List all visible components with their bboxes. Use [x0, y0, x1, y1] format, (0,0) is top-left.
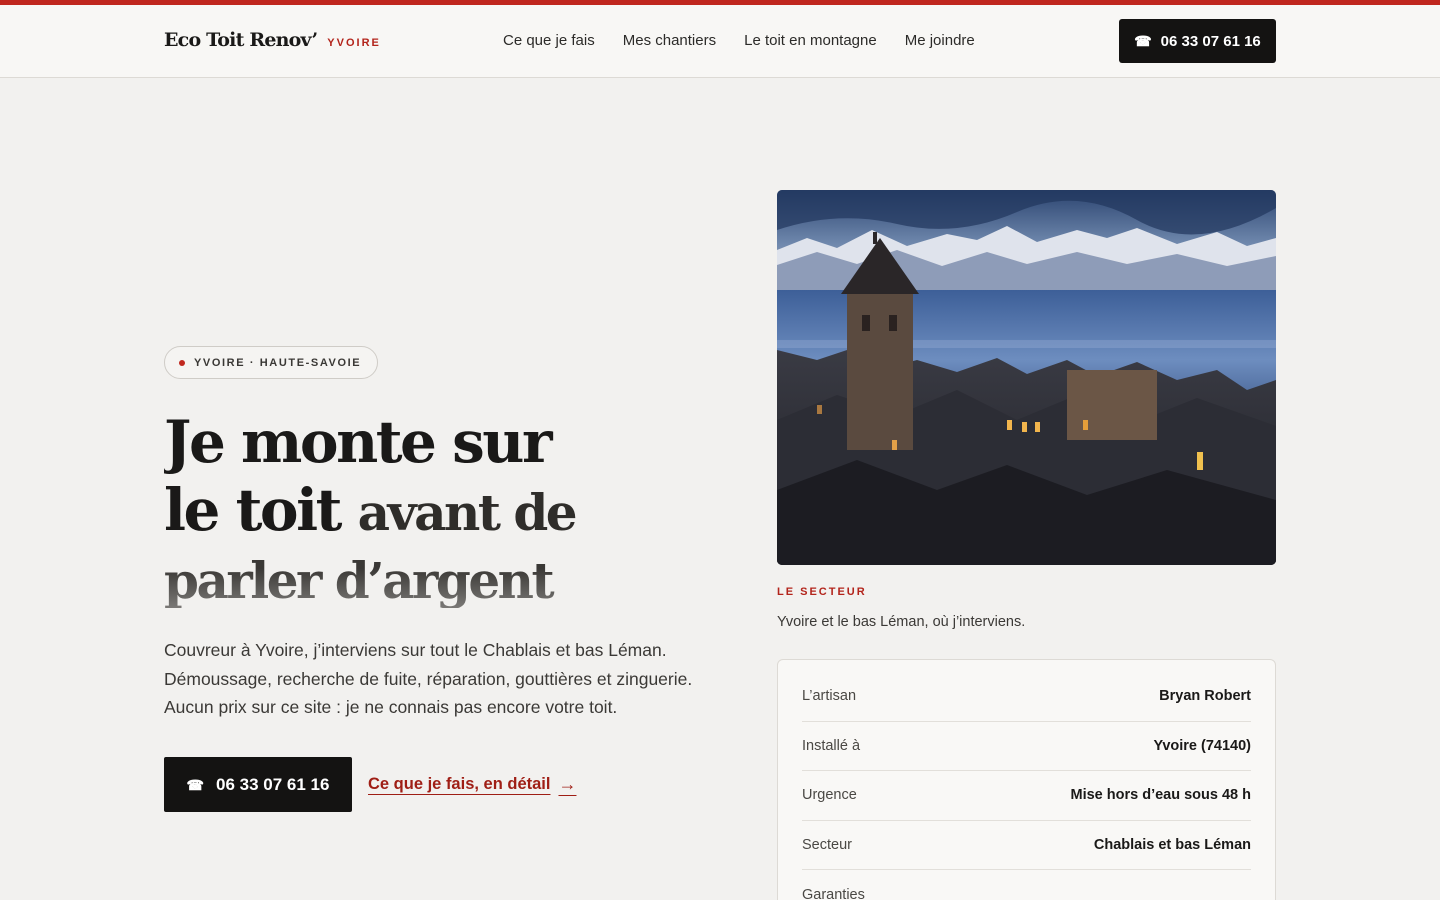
- intro-line-3: Aucun prix sur ce site : je ne connais p…: [164, 697, 618, 717]
- intro-line-1: Couvreur à Yvoire, j’interviens sur tout…: [164, 640, 667, 660]
- info-label: Garanties: [802, 886, 865, 900]
- hero-call-button[interactable]: ☎ 06 33 07 61 16: [164, 757, 352, 812]
- info-row: Secteur Chablais et bas Léman: [802, 821, 1251, 870]
- arrow-right-icon: →: [558, 774, 577, 794]
- hero-call-label: 06 33 07 61 16: [216, 774, 330, 794]
- header-call-label: 06 33 07 61 16: [1160, 32, 1261, 50]
- main-nav: Ce que je fais Mes chantiers Le toit en …: [503, 32, 975, 49]
- headline-fade: [164, 568, 684, 608]
- sector-kicker: LE SECTEUR: [777, 586, 867, 598]
- info-label: Secteur: [802, 836, 852, 853]
- logo-name: Eco Toit Renov’: [164, 29, 318, 51]
- info-value: Yvoire (74140): [1153, 738, 1251, 755]
- details-link[interactable]: Ce que je fais, en détail →: [368, 774, 576, 795]
- details-link-label: Ce que je fais, en détail: [368, 775, 551, 793]
- info-row: Urgence Mise hors d’eau sous 48 h: [802, 771, 1252, 821]
- sector-caption: Yvoire et le bas Léman, où j’interviens.: [777, 614, 1026, 630]
- logo[interactable]: Eco Toit Renov’ YVOIRE: [164, 29, 381, 51]
- headline-line-2-a: le toit: [164, 476, 358, 544]
- badge-text: YVOIRE · HAUTE-SAVOIE: [194, 356, 362, 369]
- hero-intro: Couvreur à Yvoire, j’interviens sur tout…: [164, 636, 724, 722]
- info-label: Installé à: [802, 738, 861, 755]
- phone-icon: ☎: [186, 776, 204, 793]
- yvoire-village-illustration: [777, 190, 1276, 565]
- intro-line-2: Démoussage, recherche de fuite, réparati…: [164, 668, 693, 689]
- headline-line-2-b: avant de: [357, 483, 578, 542]
- info-row: Garanties: [802, 870, 1251, 900]
- info-value: Mise hors d’eau sous 48 h: [1070, 787, 1252, 804]
- headline-line-2: le toit avant de: [164, 476, 684, 547]
- sector-photo: [777, 190, 1276, 565]
- headline-line-1: Je monte sur: [164, 408, 553, 476]
- nav-item-toit-en-montagne[interactable]: Le toit en montagne: [744, 32, 877, 49]
- nav-item-me-joindre[interactable]: Me joindre: [905, 32, 975, 49]
- nav-item-mes-chantiers[interactable]: Mes chantiers: [623, 32, 716, 49]
- location-badge: YVOIRE · HAUTE-SAVOIE: [164, 346, 379, 379]
- info-value: Bryan Robert: [1159, 687, 1251, 704]
- nav-item-ce-que-je-fais[interactable]: Ce que je fais: [503, 32, 595, 49]
- site-header: Eco Toit Renov’ YVOIRE Ce que je fais Me…: [0, 5, 1440, 78]
- header-call-button[interactable]: ☎ 06 33 07 61 16: [1119, 19, 1276, 63]
- badge-dot-icon: [179, 359, 185, 366]
- info-label: L’artisan: [802, 687, 857, 704]
- hero-headline: Je monte sur le toit avant de parler d’a…: [164, 408, 684, 608]
- artisan-info-card: L’artisan Bryan Robert Installé à Yvoire…: [777, 659, 1276, 900]
- info-label: Urgence: [802, 787, 857, 804]
- logo-city: YVOIRE: [327, 37, 381, 49]
- info-row: L’artisan Bryan Robert: [802, 660, 1251, 722]
- info-row: Installé à Yvoire (74140): [802, 722, 1251, 772]
- info-value: Chablais et bas Léman: [1093, 836, 1251, 853]
- phone-icon: ☎: [1134, 33, 1152, 49]
